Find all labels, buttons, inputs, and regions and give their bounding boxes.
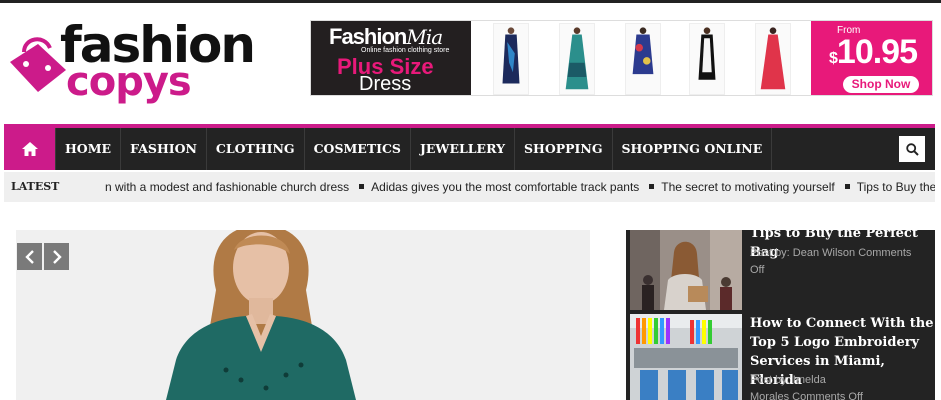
ticker-label: LATEST UPDATE	[4, 172, 104, 202]
home-icon	[21, 142, 38, 156]
slider-next-button[interactable]	[44, 243, 69, 270]
dress-image	[689, 23, 725, 95]
nav-item-cosmetics[interactable]: COSMETICS	[303, 128, 410, 170]
dress-image	[625, 23, 661, 95]
post-meta: Post by: Imelda Morales Comments Off	[750, 372, 934, 400]
bullet-icon	[649, 184, 655, 190]
bullet-icon	[844, 184, 850, 190]
ticker-item[interactable]: Adidas gives you the most comfortable tr…	[359, 172, 649, 202]
chevron-right-icon	[52, 249, 62, 264]
search-icon	[905, 142, 919, 156]
chevron-left-icon	[24, 249, 34, 264]
ticker-item[interactable]: n with a modest and fashionable church d…	[105, 172, 359, 202]
post-meta-line: Post by: Dean Wilson Comments	[750, 247, 912, 259]
main-nav: HOME FASHION CLOTHING COSMETICS JEWELLER…	[4, 124, 935, 170]
recent-posts-sidebar: Tips to Buy the Perfect Bag Post by: Dea…	[626, 230, 935, 400]
nav-home-button[interactable]	[4, 128, 55, 170]
dress-image	[559, 23, 595, 95]
bullet-icon	[359, 184, 365, 190]
shop-now-button[interactable]: Shop Now	[843, 76, 919, 93]
post-meta: Post by: Dean Wilson Comments Off	[750, 245, 934, 279]
post-thumbnail[interactable]	[630, 314, 742, 400]
dress-image	[755, 23, 791, 95]
ad-dress-gallery	[473, 21, 805, 95]
dress-image	[493, 23, 529, 95]
top-rule	[0, 0, 941, 3]
featured-slider[interactable]	[16, 230, 590, 400]
nav-item-shopping[interactable]: SHOPPING	[514, 128, 611, 170]
slider-prev-button[interactable]	[17, 243, 42, 270]
ticker-track: n with a modest and fashionable church d…	[105, 172, 935, 202]
banner-ad[interactable]: FashionMia Online fashion clothing store…	[310, 20, 933, 96]
ad-brand-panel: FashionMia Online fashion clothing store…	[311, 21, 471, 95]
list-item[interactable]: Tips to Buy the Perfect Bag Post by: Dea…	[626, 230, 935, 312]
ticker-item[interactable]: Tips to Buy the Perfect Bag	[844, 172, 935, 202]
ad-tagline: Online fashion clothing store	[361, 47, 450, 54]
nav-item-fashion[interactable]: FASHION	[120, 128, 206, 170]
post-thumbnail[interactable]	[630, 230, 742, 310]
slide-image	[166, 230, 356, 400]
ad-price-panel: From $10.95 Shop Now	[811, 21, 932, 95]
latest-update-ticker: LATEST UPDATE n with a modest and fashio…	[4, 172, 935, 202]
logo-text-copys: copys	[66, 59, 192, 105]
search-button[interactable]	[899, 136, 925, 162]
ad-price: $10.95	[829, 33, 918, 71]
post-meta-line: Morales Comments Off	[750, 391, 863, 400]
post-meta-line: Post by: Imelda	[750, 374, 826, 386]
site-logo[interactable]: fashion copys	[4, 14, 256, 105]
list-item[interactable]: How to Connect With the Top 5 Logo Embro…	[626, 314, 935, 400]
nav-item-shopping-online[interactable]: SHOPPING ONLINE	[611, 128, 773, 170]
nav-item-home[interactable]: HOME	[55, 128, 120, 170]
nav-item-jewellery[interactable]: JEWELLERY	[409, 128, 514, 170]
nav-item-clothing[interactable]: CLOTHING	[205, 128, 304, 170]
nav-menu: HOME FASHION CLOTHING COSMETICS JEWELLER…	[55, 128, 773, 170]
post-meta-line: Off	[750, 264, 765, 276]
ad-subheadline: Dress	[359, 73, 412, 95]
ticker-item[interactable]: The secret to motivating yourself	[649, 172, 844, 202]
